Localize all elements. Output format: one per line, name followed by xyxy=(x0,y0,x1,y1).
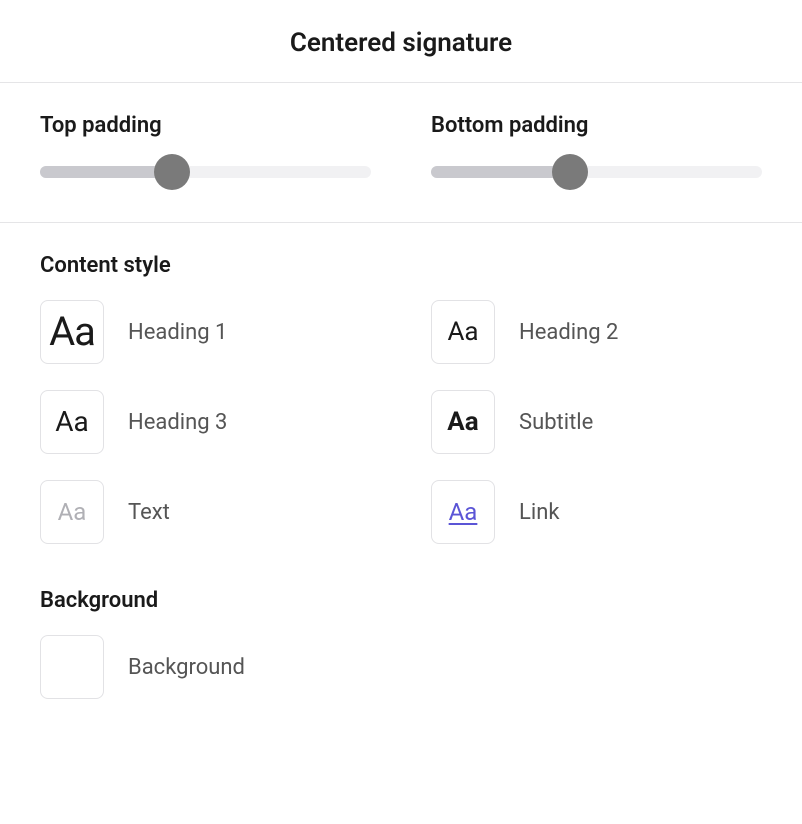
style-option-link[interactable]: Aa Link xyxy=(431,480,762,544)
background-heading: Background xyxy=(40,588,762,613)
header: Centered signature xyxy=(0,0,802,82)
top-padding-control: Top padding xyxy=(40,113,371,178)
top-padding-thumb[interactable] xyxy=(154,154,190,190)
content-style-section: Content style Aa Heading 1 Aa Heading 2 … xyxy=(0,223,802,578)
style-label-link: Link xyxy=(519,500,560,525)
background-swatch xyxy=(40,635,104,699)
content-style-grid: Aa Heading 1 Aa Heading 2 Aa Heading 3 A… xyxy=(40,300,762,544)
bottom-padding-fill xyxy=(431,166,570,178)
top-padding-label: Top padding xyxy=(40,113,371,138)
bottom-padding-thumb[interactable] xyxy=(552,154,588,190)
aa-sample-icon: Aa xyxy=(58,500,87,524)
style-label-text: Text xyxy=(128,500,170,525)
background-label: Background xyxy=(128,655,245,680)
style-swatch-text: Aa xyxy=(40,480,104,544)
page-title: Centered signature xyxy=(0,28,802,58)
aa-sample-icon: Aa xyxy=(447,319,478,345)
style-swatch-heading-1: Aa xyxy=(40,300,104,364)
style-label-heading-1: Heading 1 xyxy=(128,320,227,345)
top-padding-slider[interactable] xyxy=(40,166,371,178)
style-label-subtitle: Subtitle xyxy=(519,410,593,435)
style-label-heading-2: Heading 2 xyxy=(519,320,618,345)
aa-sample-icon: Aa xyxy=(49,312,95,352)
top-padding-fill xyxy=(40,166,172,178)
style-option-heading-3[interactable]: Aa Heading 3 xyxy=(40,390,371,454)
content-style-heading: Content style xyxy=(40,253,762,278)
background-option[interactable]: Background xyxy=(40,635,762,699)
style-swatch-subtitle: Aa xyxy=(431,390,495,454)
bottom-padding-control: Bottom padding xyxy=(431,113,762,178)
aa-sample-icon: Aa xyxy=(55,408,89,436)
aa-sample-icon: Aa xyxy=(449,500,478,524)
style-option-subtitle[interactable]: Aa Subtitle xyxy=(431,390,762,454)
style-option-heading-1[interactable]: Aa Heading 1 xyxy=(40,300,371,364)
padding-section: Top padding Bottom padding xyxy=(0,83,802,222)
style-option-heading-2[interactable]: Aa Heading 2 xyxy=(431,300,762,364)
style-swatch-link: Aa xyxy=(431,480,495,544)
bottom-padding-label: Bottom padding xyxy=(431,113,762,138)
style-swatch-heading-3: Aa xyxy=(40,390,104,454)
background-section: Background Background xyxy=(0,578,802,733)
style-option-text[interactable]: Aa Text xyxy=(40,480,371,544)
style-swatch-heading-2: Aa xyxy=(431,300,495,364)
bottom-padding-slider[interactable] xyxy=(431,166,762,178)
style-label-heading-3: Heading 3 xyxy=(128,410,227,435)
aa-sample-icon: Aa xyxy=(447,409,478,435)
